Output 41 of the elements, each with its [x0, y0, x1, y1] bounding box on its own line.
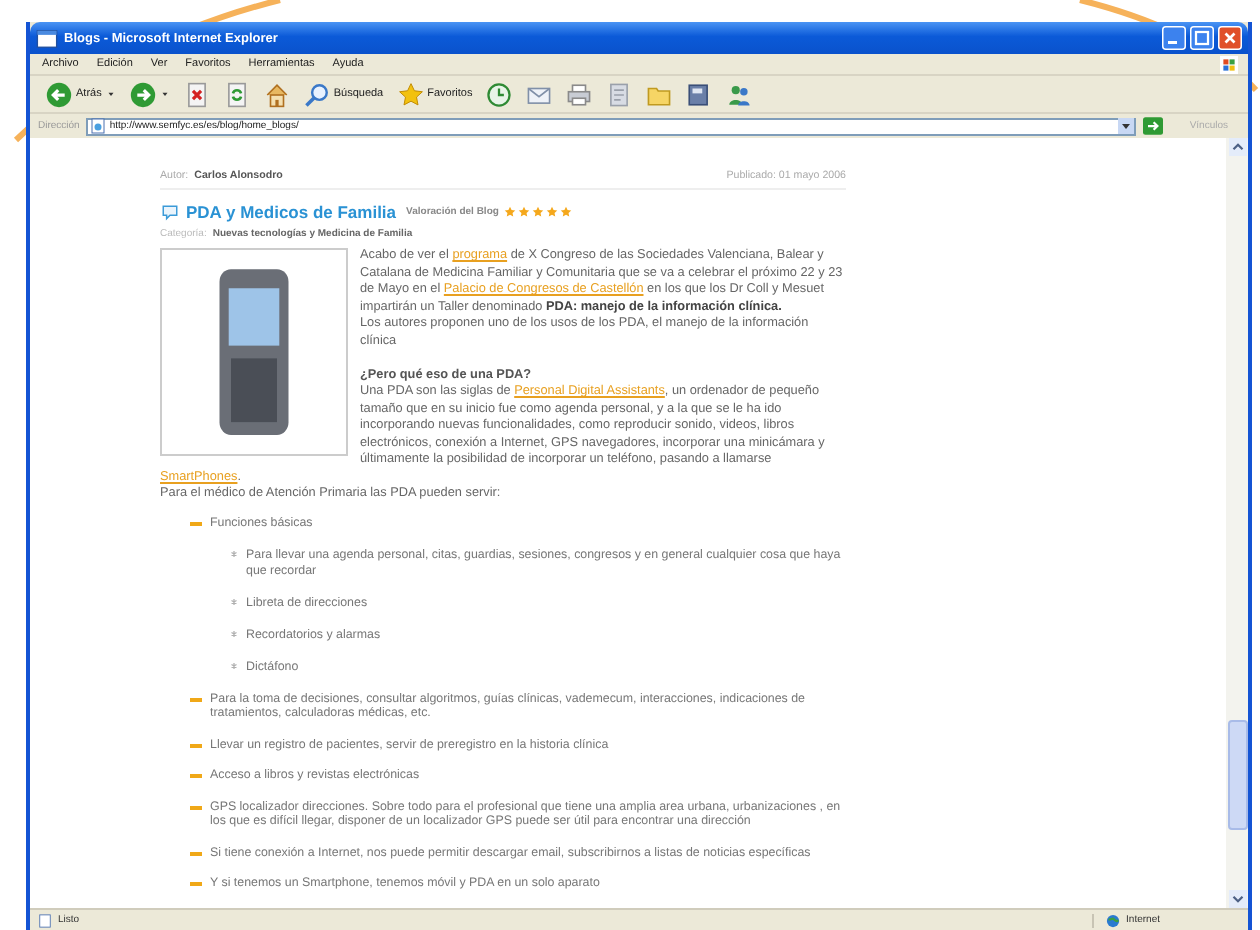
minimize-button[interactable] [1162, 26, 1186, 50]
scroll-thumb[interactable] [1227, 720, 1247, 830]
speech-bubble-icon [160, 203, 180, 221]
back-arrow-icon [46, 81, 72, 107]
dash-bullet-icon [190, 743, 202, 747]
scroll-up-icon[interactable] [1227, 138, 1247, 156]
history-button[interactable] [482, 78, 517, 110]
browser-page-icon [36, 27, 58, 49]
people-icon [726, 81, 753, 107]
asterisk-bullet-icon [230, 597, 238, 605]
dropdown-arrow-icon [1117, 118, 1134, 134]
forward-arrow-icon [129, 81, 156, 107]
globe-icon [1106, 913, 1121, 927]
asterisk-bullet-icon [230, 629, 238, 637]
stop-icon [183, 81, 210, 107]
book-icon [686, 81, 713, 107]
dash-bullet-icon [190, 521, 202, 525]
dash-bullet-icon [190, 805, 202, 809]
vertical-scrollbar[interactable] [1226, 138, 1248, 908]
caret-icon [105, 88, 116, 100]
asterisk-bullet-icon [230, 550, 238, 558]
page-icon [38, 913, 52, 927]
document-icon [606, 81, 633, 107]
scroll-down-icon[interactable] [1227, 890, 1247, 908]
search-icon [303, 81, 330, 107]
close-button[interactable] [1218, 26, 1242, 50]
caret-icon [159, 88, 170, 100]
dash-bullet-icon [190, 882, 202, 886]
page-icon [89, 118, 106, 134]
asterisk-bullet-icon [230, 661, 238, 669]
go-button[interactable] [1141, 116, 1164, 136]
clock-icon [486, 81, 513, 107]
printer-icon [566, 81, 593, 107]
dash-bullet-icon [190, 697, 202, 701]
dash-bullet-icon [190, 851, 202, 855]
dash-bullet-icon [190, 774, 202, 778]
refresh-icon [223, 81, 250, 107]
star-icon [397, 81, 424, 107]
home-icon [263, 81, 290, 107]
flag-logo-icon [1218, 55, 1240, 73]
maximize-button[interactable] [1190, 26, 1214, 50]
